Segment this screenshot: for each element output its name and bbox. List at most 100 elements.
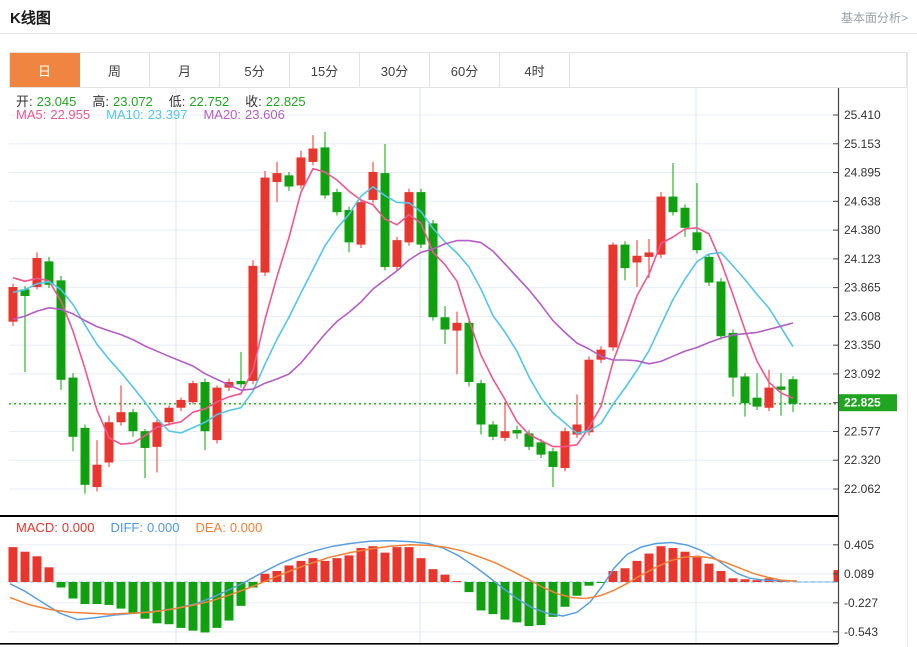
tab-60分[interactable]: 60分 <box>430 53 500 87</box>
macd-bar[interactable] <box>548 582 558 617</box>
tab-周[interactable]: 周 <box>80 53 150 87</box>
candle[interactable] <box>500 402 510 442</box>
candlestick-plot[interactable] <box>8 131 798 494</box>
macd-bar[interactable] <box>752 580 762 582</box>
macd-bar[interactable] <box>428 569 438 582</box>
macd-bar[interactable] <box>116 582 126 609</box>
macd-bar[interactable] <box>584 582 594 586</box>
macd-bar[interactable] <box>92 582 102 605</box>
tab-5分[interactable]: 5分 <box>220 53 290 87</box>
macd-bar[interactable] <box>416 558 426 582</box>
candle[interactable] <box>704 253 714 286</box>
candle[interactable] <box>260 170 270 276</box>
macd-bar[interactable] <box>404 547 414 582</box>
macd-bar[interactable] <box>8 547 18 582</box>
candle[interactable] <box>296 150 306 189</box>
fundamental-analysis-link[interactable]: 基本面分析> <box>841 9 908 26</box>
candle[interactable] <box>104 415 114 467</box>
candle[interactable] <box>356 198 366 248</box>
candle[interactable] <box>332 188 342 216</box>
macd-bar[interactable] <box>392 547 402 582</box>
macd-bar[interactable] <box>104 582 114 605</box>
kline-chart[interactable]: 25.410 25.153 24.895 24.638 24.380 24.123 23.8… <box>0 88 917 647</box>
macd-bar[interactable] <box>716 570 726 582</box>
macd-bar[interactable] <box>488 582 498 615</box>
candle[interactable] <box>176 397 186 412</box>
macd-bar[interactable] <box>704 563 714 582</box>
candle[interactable] <box>272 161 282 203</box>
macd-bar[interactable] <box>296 560 306 582</box>
macd-bar[interactable] <box>200 582 210 633</box>
candle[interactable] <box>740 373 750 417</box>
candle[interactable] <box>476 379 486 435</box>
macd-bar[interactable] <box>668 548 678 582</box>
macd-bar[interactable] <box>176 582 186 628</box>
candle[interactable] <box>320 131 330 199</box>
macd-bar[interactable] <box>476 582 486 611</box>
candle[interactable] <box>392 236 402 271</box>
candle[interactable] <box>308 135 318 166</box>
macd-bar[interactable] <box>728 578 738 582</box>
candle[interactable] <box>620 241 630 281</box>
macd-bar[interactable] <box>212 582 222 628</box>
candle[interactable] <box>68 373 78 452</box>
tab-4时[interactable]: 4时 <box>500 53 570 87</box>
macd-bar[interactable] <box>380 552 390 582</box>
candle[interactable] <box>188 380 198 405</box>
candle[interactable] <box>692 183 702 254</box>
macd-bar[interactable] <box>356 548 366 582</box>
tab-日[interactable]: 日 <box>10 53 80 87</box>
candle[interactable] <box>716 278 726 340</box>
macd-bar[interactable] <box>512 582 522 623</box>
candle[interactable] <box>128 408 138 437</box>
candle[interactable] <box>380 144 390 271</box>
candle[interactable] <box>200 378 210 451</box>
candle[interactable] <box>116 385 126 426</box>
candle[interactable] <box>560 427 570 472</box>
candle[interactable] <box>20 285 30 372</box>
candle[interactable] <box>656 192 666 259</box>
macd-bar[interactable] <box>452 581 462 583</box>
candle[interactable] <box>512 425 522 440</box>
macd-bar[interactable] <box>68 582 78 599</box>
macd-bar[interactable] <box>440 574 450 582</box>
macd-bar[interactable] <box>464 582 474 593</box>
macd-bar[interactable] <box>152 582 162 624</box>
macd-bar[interactable] <box>692 557 702 582</box>
macd-bar[interactable] <box>644 553 654 582</box>
tab-月[interactable]: 月 <box>150 53 220 87</box>
macd-bar[interactable] <box>128 582 138 614</box>
tab-30分[interactable]: 30分 <box>360 53 430 87</box>
macd-bar[interactable] <box>740 579 750 582</box>
tab-15分[interactable]: 15分 <box>290 53 360 87</box>
candle[interactable] <box>440 306 450 345</box>
candle[interactable] <box>632 240 642 288</box>
candle[interactable] <box>488 421 498 441</box>
macd-bar[interactable] <box>608 570 618 582</box>
macd-bar[interactable] <box>368 546 378 582</box>
candle[interactable] <box>668 163 678 216</box>
macd-bar[interactable] <box>32 556 42 582</box>
candle[interactable] <box>608 242 618 351</box>
candle[interactable] <box>752 373 762 410</box>
macd-bar[interactable] <box>56 582 66 588</box>
macd-bar[interactable] <box>620 568 630 582</box>
candle[interactable] <box>788 376 798 412</box>
candle[interactable] <box>428 220 438 321</box>
candle[interactable] <box>452 311 462 375</box>
macd-bar[interactable] <box>164 582 174 625</box>
candle[interactable] <box>584 356 594 436</box>
macd-bar[interactable] <box>320 560 330 582</box>
candle[interactable] <box>548 447 558 488</box>
candle[interactable] <box>368 161 378 204</box>
candle[interactable] <box>92 440 102 492</box>
candle[interactable] <box>8 283 18 327</box>
macd-bar[interactable] <box>284 565 294 582</box>
candle[interactable] <box>416 188 426 248</box>
macd-bar[interactable] <box>572 582 582 596</box>
macd-bar[interactable] <box>332 558 342 582</box>
candle[interactable] <box>248 260 258 385</box>
macd-bar[interactable] <box>80 582 90 605</box>
candle[interactable] <box>236 351 246 388</box>
macd-bar[interactable] <box>44 567 54 582</box>
